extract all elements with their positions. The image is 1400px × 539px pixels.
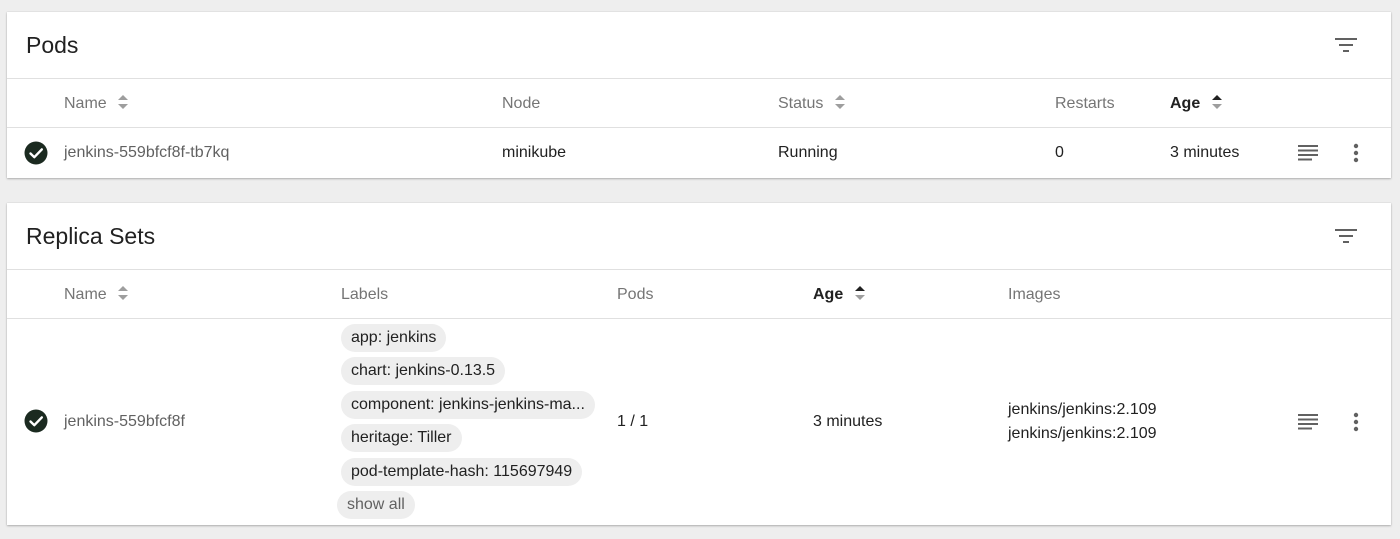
image-name: jenkins/jenkins:2.109 [1008,425,1157,442]
more-vert-icon[interactable] [1353,412,1359,432]
column-header-labels: Labels [341,286,389,303]
image-name: jenkins/jenkins:2.109 [1008,401,1157,418]
table-row: jenkins-559bfcf8f-tb7kq minikube Running… [7,128,1391,178]
label-chip: app: jenkins [341,324,447,352]
label-chip: heritage: Tiller [341,424,462,452]
replica-sets-table-header: Name Labels Pods Age Images [7,270,1391,319]
replica-set-name-link[interactable]: jenkins-559bfcf8f [64,413,185,431]
replica-set-pods: 1 / 1 [617,413,649,430]
column-header-name[interactable]: Name [64,270,129,319]
pods-table-header: Name Node Status Restarts Age [7,79,1391,128]
label-chip: component: jenkins-jenkins-ma... [341,391,595,419]
pod-name-link[interactable]: jenkins-559bfcf8f-tb7kq [64,144,229,162]
check-circle-icon [24,141,48,165]
filter-icon[interactable] [1335,36,1357,54]
column-header-status[interactable]: Status [778,79,846,128]
pods-title: Pods [26,32,79,58]
column-header-name[interactable]: Name [64,79,129,128]
sort-icon[interactable] [117,285,129,301]
label-chip: pod-template-hash: 115697949 [341,458,583,486]
replica-set-age: 3 minutes [813,413,883,430]
pods-card-header: Pods [7,12,1391,79]
column-header-images: Images [1008,286,1061,303]
check-circle-icon [24,409,48,433]
more-vert-icon[interactable] [1353,143,1359,163]
pods-card: Pods Name Node Status Restarts Age jenki… [7,12,1391,178]
logs-icon[interactable] [1298,145,1318,161]
pod-restarts: 0 [1055,144,1064,161]
replica-sets-card-header: Replica Sets [7,203,1391,270]
filter-icon[interactable] [1335,227,1357,245]
sort-icon[interactable] [834,94,846,110]
pod-age: 3 minutes [1170,144,1240,161]
pod-status: Running [778,144,838,161]
show-all-button[interactable]: show all [337,491,415,519]
column-header-pods: Pods [617,286,654,303]
column-header-node: Node [502,95,541,112]
sort-ascending-icon[interactable] [1211,94,1223,110]
table-row: jenkins-559bfcf8f app: jenkins chart: je… [7,319,1391,525]
logs-icon[interactable] [1298,414,1318,430]
sort-icon[interactable] [117,94,129,110]
label-chip: chart: jenkins-0.13.5 [341,357,506,385]
column-header-age[interactable]: Age [1170,79,1223,128]
replica-sets-card: Replica Sets Name Labels Pods Age Images [7,203,1391,525]
sort-ascending-icon[interactable] [854,285,866,301]
replica-sets-title: Replica Sets [26,223,156,249]
column-header-restarts: Restarts [1055,95,1115,112]
column-header-age[interactable]: Age [813,270,866,319]
pod-node: minikube [502,144,567,161]
